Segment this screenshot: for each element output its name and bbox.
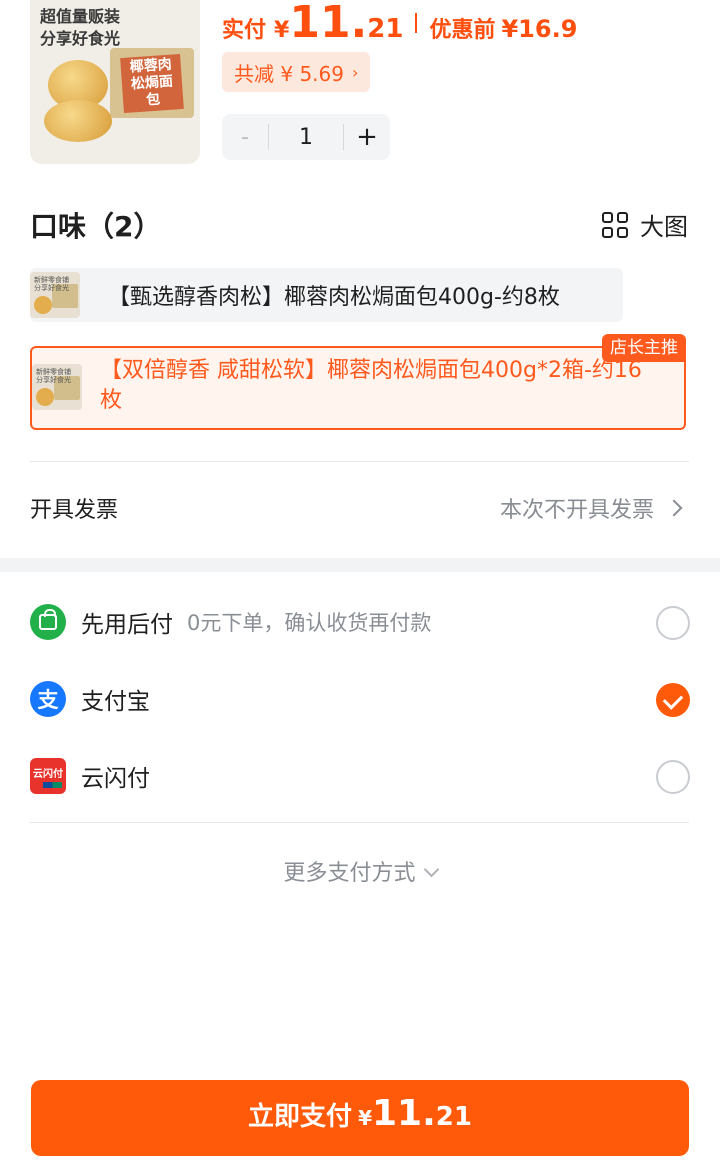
- big-image-toggle[interactable]: 大图: [602, 207, 688, 242]
- invoice-selector[interactable]: 本次不开具发票: [499, 492, 683, 524]
- divider: [30, 461, 689, 462]
- pay-amount-integer: 11.: [371, 1093, 436, 1134]
- bun-graphic: [44, 100, 112, 142]
- payment-option-pay-later[interactable]: 先用后付 0元下单，确认收货再付款: [30, 600, 690, 644]
- payment-option-unionpay[interactable]: 云闪付 云闪付: [30, 754, 690, 798]
- currency-symbol: ¥: [358, 1106, 372, 1130]
- section-separator: [0, 558, 720, 572]
- decrease-button[interactable]: -: [222, 114, 268, 160]
- payment-option-alipay[interactable]: 支 支付宝: [30, 677, 690, 721]
- price-integer: 11.: [289, 0, 368, 48]
- product-image-caption: 超值量贩装 分享好食光: [40, 7, 121, 48]
- quantity-value[interactable]: 1: [269, 125, 343, 150]
- chevron-right-icon: [665, 499, 683, 517]
- unionpay-icon-text: 云闪付: [33, 768, 63, 780]
- flavor-option-label: 【双倍醇香 咸甜松软】椰蓉肉松焗面包400g*2箱-约16枚: [100, 358, 642, 413]
- radio-unchecked[interactable]: [656, 606, 690, 640]
- unionpay-stripe: [34, 781, 62, 788]
- grid-icon: [602, 211, 628, 238]
- recommend-badge: 店长主推: [602, 334, 686, 362]
- radio-checked[interactable]: [656, 683, 690, 717]
- more-payment-methods-button[interactable]: 更多支付方式: [0, 855, 720, 887]
- radio-unchecked[interactable]: [656, 760, 690, 794]
- flavor-option-1[interactable]: 新鲜零食铺 分享好食光 【甄选醇香肉松】椰蓉肉松焗面包400g-约8枚: [30, 268, 623, 322]
- chevron-down-icon: [423, 861, 439, 878]
- quantity-stepper[interactable]: - 1 +: [222, 114, 390, 160]
- payment-description: 0元下单，确认收货再付款: [187, 611, 432, 635]
- alipay-icon: 支: [30, 681, 66, 717]
- product-image[interactable]: 超值量贩装 分享好食光 椰蓉肉松焗面包: [30, 0, 200, 164]
- original-price: ¥16.9: [501, 15, 578, 43]
- chevron-right-icon: ›: [351, 62, 359, 82]
- divider: [30, 822, 689, 823]
- increase-button[interactable]: +: [344, 114, 390, 160]
- flavor-option-2-selected[interactable]: 新鲜零食铺 分享好食光 【双倍醇香 咸甜松软】椰蓉肉松焗面包400g*2箱-约1…: [30, 334, 686, 430]
- option-thumbnail-text: 新鲜零食铺 分享好食光: [36, 368, 71, 384]
- flavor-section-title: 口味（2）: [30, 210, 162, 243]
- price-separator: [415, 13, 418, 33]
- discount-text: 共减 ¥ 5.69: [234, 61, 344, 86]
- pay-now-button[interactable]: 立即支付 ¥ 11. 21: [31, 1080, 689, 1156]
- payment-name: 云闪付: [81, 766, 150, 792]
- original-price-label: 优惠前: [429, 18, 496, 43]
- big-image-label: 大图: [640, 213, 688, 241]
- discount-detail-button[interactable]: 共减 ¥ 5.69 ›: [222, 52, 371, 92]
- price-summary: 实付 ¥ 11. 21 优惠前 ¥16.9: [222, 0, 577, 46]
- option-thumbnail: 新鲜零食铺 分享好食光: [32, 364, 82, 410]
- currency-symbol: ¥: [274, 18, 290, 43]
- invoice-label: 开具发票: [30, 498, 119, 523]
- option-thumbnail-text: 新鲜零食铺 分享好食光: [34, 276, 69, 292]
- payment-name: 先用后付: [81, 612, 173, 638]
- flavor-option-label: 【甄选醇香肉松】椰蓉肉松焗面包400g-约8枚: [108, 285, 560, 310]
- payment-name: 支付宝: [81, 689, 150, 715]
- pay-now-label: 立即支付: [248, 1102, 353, 1132]
- price-decimal: 21: [367, 14, 404, 44]
- bag-icon: [30, 604, 66, 640]
- unionpay-icon: 云闪付: [30, 758, 66, 794]
- invoice-value: 本次不开具发票: [499, 498, 654, 523]
- pay-amount-decimal: 21: [435, 1102, 472, 1132]
- option-thumbnail: 新鲜零食铺 分享好食光: [30, 272, 80, 318]
- more-payment-label: 更多支付方式: [283, 861, 416, 886]
- actual-pay-label: 实付: [222, 18, 267, 43]
- product-box-label: 椰蓉肉松焗面包: [120, 53, 184, 114]
